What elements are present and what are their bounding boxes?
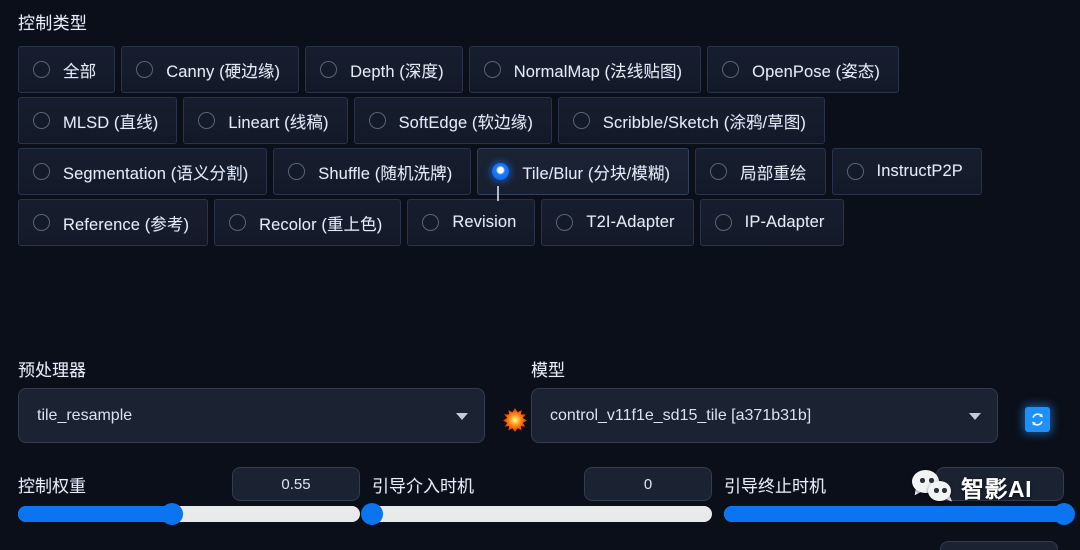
slider-control-weight: 控制权重 0.55 (18, 462, 360, 525)
slider-fill (18, 506, 172, 522)
control-type-option[interactable]: Shuffle (随机洗牌) (273, 148, 472, 195)
control-type-option-label: MLSD (直线) (63, 113, 159, 132)
slider-label: 引导终止时机 (724, 476, 826, 496)
bottom-partial-field (940, 541, 1058, 550)
slider-track[interactable] (18, 503, 360, 525)
control-type-option-label: Shuffle (随机洗牌) (318, 164, 453, 183)
slider-track[interactable] (361, 503, 712, 525)
slider-handle[interactable] (160, 503, 183, 525)
control-type-option-label: Recolor (重上色) (259, 215, 383, 234)
control-type-option-label: Canny (硬边缘) (166, 62, 281, 81)
explosion-burst (503, 408, 527, 432)
control-type-option-label: SoftEdge (软边缘) (398, 113, 533, 132)
control-type-option-label: Scribble/Sketch (涂鸦/草图) (602, 113, 807, 132)
radio-unselected-icon (33, 163, 50, 180)
preprocessor-model-row: 预处理器 tile_resample 模型 control_v11f1e_sd1… (0, 356, 1080, 451)
slider-value-input[interactable]: 0 (584, 467, 712, 501)
control-type-option[interactable]: Recolor (重上色) (214, 199, 402, 246)
refresh-icon[interactable] (1025, 407, 1050, 432)
preprocessor-label: 预处理器 (18, 361, 86, 380)
radio-unselected-icon (229, 214, 247, 231)
control-type-option[interactable]: T2I-Adapter (541, 199, 694, 246)
control-type-option-label: Depth (深度) (350, 62, 444, 81)
slider-guidance-start: 引导介入时机 0 (361, 462, 712, 525)
control-type-option[interactable]: Scribble/Sketch (涂鸦/草图) (557, 97, 826, 144)
control-type-option[interactable]: MLSD (直线) (18, 97, 178, 144)
radio-unselected-icon (33, 112, 50, 129)
slider-handle[interactable] (361, 503, 383, 525)
control-type-option-label: 全部 (63, 62, 97, 81)
preprocessor-group: 预处理器 tile_resample (18, 356, 513, 443)
radio-unselected-icon (198, 112, 216, 129)
explosion-icon[interactable] (503, 408, 527, 432)
radio-unselected-icon (722, 61, 740, 78)
chevron-down-icon (456, 412, 468, 420)
control-type-option[interactable]: Canny (硬边缘) (121, 46, 300, 93)
control-type-option[interactable]: 局部重绘 (695, 148, 826, 195)
controlnet-panel: 控制类型 全部 Canny (硬边缘) Depth (深度) NormalMap (法… (0, 0, 1080, 550)
control-type-option[interactable]: InstructP2P (831, 148, 982, 195)
radio-unselected-icon (556, 214, 574, 231)
control-type-option[interactable]: Depth (深度) (305, 46, 463, 93)
radio-unselected-icon (33, 61, 50, 78)
control-type-option[interactable]: OpenPose (姿态) (707, 46, 899, 93)
radio-unselected-icon (320, 61, 338, 78)
radio-unselected-icon (483, 61, 501, 78)
slider-value-input[interactable]: 0.55 (232, 467, 360, 501)
model-select[interactable]: control_v11f1e_sd15_tile [a371b31b] (531, 388, 998, 443)
slider-header: 引导介入时机 0 (372, 462, 712, 506)
slider-header: 控制权重 0.55 (18, 462, 360, 506)
control-type-option[interactable]: SoftEdge (软边缘) (353, 97, 552, 144)
control-type-option[interactable]: Tile/Blur (分块/模糊) (477, 148, 690, 195)
model-group: 模型 control_v11f1e_sd15_tile [a371b31b] (531, 356, 1021, 443)
control-type-option-label: OpenPose (姿态) (752, 62, 880, 81)
control-type-option-label: IP-Adapter (744, 213, 825, 231)
radio-unselected-icon (368, 112, 386, 129)
preprocessor-value: tile_resample (37, 406, 133, 424)
preprocessor-select[interactable]: tile_resample (18, 388, 485, 443)
slider-label: 控制权重 (18, 476, 86, 496)
slider-track[interactable] (724, 503, 1075, 525)
control-type-option[interactable]: Lineart (线稿) (183, 97, 348, 144)
control-type-option[interactable]: Segmentation (语义分割) (18, 148, 268, 195)
control-type-option[interactable]: Reference (参考) (18, 199, 209, 246)
control-type-option-label: Revision (452, 213, 517, 231)
radio-unselected-icon (136, 61, 154, 78)
control-type-label: 控制类型 (18, 14, 88, 33)
text-cursor-artifact (497, 186, 499, 201)
slider-handle[interactable] (1053, 503, 1075, 525)
control-type-option-label: InstructP2P (876, 162, 963, 180)
model-label: 模型 (531, 361, 565, 380)
control-type-radio-group: 全部 Canny (硬边缘) Depth (深度) NormalMap (法线贴图) O… (18, 46, 1064, 246)
control-type-option[interactable]: IP-Adapter (699, 199, 844, 246)
control-type-option-label: Tile/Blur (分块/模糊) (522, 164, 671, 183)
radio-unselected-icon (846, 163, 864, 180)
control-type-option-label: Lineart (线稿) (228, 113, 329, 132)
slider-value-input[interactable]: 1 (936, 467, 1064, 501)
chevron-down-icon (969, 412, 981, 420)
slider-header: 引导终止时机 1 (724, 462, 1064, 506)
radio-unselected-icon (33, 214, 50, 231)
control-type-option[interactable]: NormalMap (法线贴图) (468, 46, 702, 93)
slider-guidance-end: 引导终止时机 1 (724, 462, 1075, 525)
radio-unselected-icon (710, 163, 728, 180)
control-type-option-label: T2I-Adapter (586, 213, 675, 231)
radio-unselected-icon (572, 112, 590, 129)
slider-label: 引导介入时机 (372, 476, 474, 496)
control-type-option-label: 局部重绘 (740, 164, 807, 183)
control-type-option[interactable]: 全部 (18, 46, 116, 93)
control-type-option[interactable]: Revision (407, 199, 536, 246)
slider-fill (724, 506, 1064, 522)
slider-row: 控制权重 0.55 引导介入时机 0 引导终止时机 1 (0, 462, 1080, 550)
control-type-option-label: NormalMap (法线贴图) (513, 62, 683, 81)
radio-selected-icon (492, 163, 510, 180)
radio-unselected-icon (288, 163, 306, 180)
model-value: control_v11f1e_sd15_tile [a371b31b] (550, 406, 812, 424)
control-type-option-label: Reference (参考) (63, 215, 190, 234)
control-type-option-label: Segmentation (语义分割) (63, 164, 249, 183)
radio-unselected-icon (422, 214, 440, 231)
radio-unselected-icon (714, 214, 732, 231)
